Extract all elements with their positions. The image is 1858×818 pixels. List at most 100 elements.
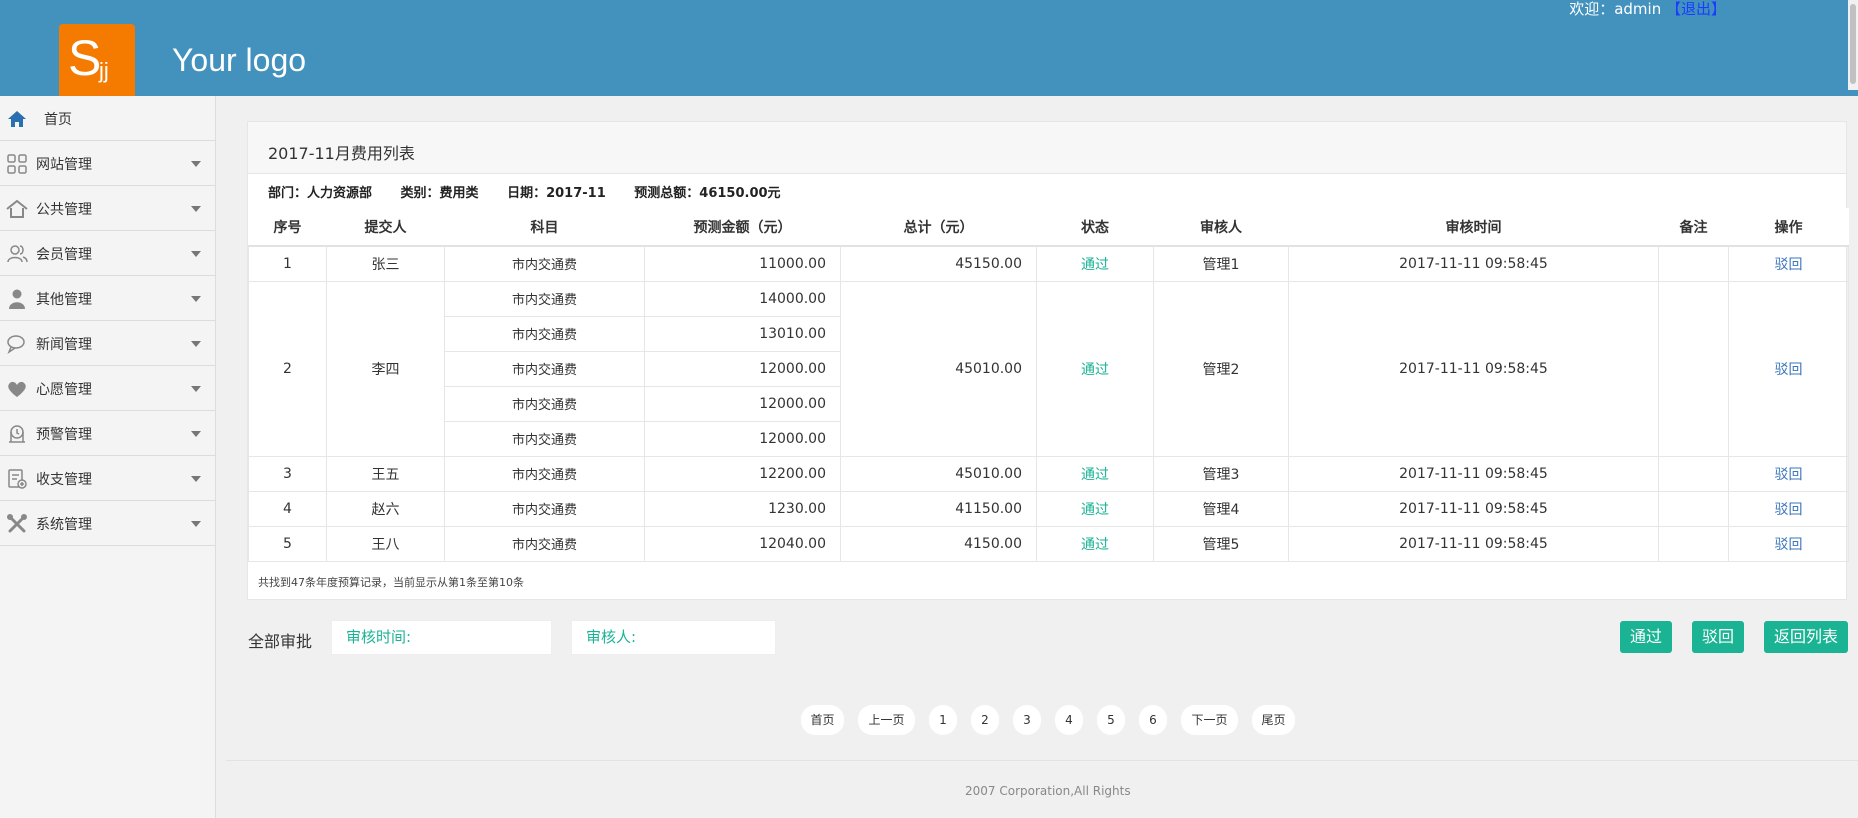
record-count-note: 共找到47条年度预算记录，当前显示从第1条至第10条 (258, 576, 524, 589)
status-badge: 通过 (1036, 280, 1154, 457)
cell-total: 4150.00 (840, 525, 1037, 562)
cell-reviewer: 管理1 (1153, 245, 1289, 282)
sidebar-item-finance[interactable]: 收支管理 (0, 456, 215, 501)
reject-link[interactable]: 驳回 (1775, 467, 1803, 483)
cell-subject: 市内交通费 (444, 385, 645, 422)
sidebar-item-public[interactable]: 公共管理 (0, 186, 215, 231)
cell-reviewer: 管理5 (1153, 525, 1289, 562)
logout-link[interactable]: 【退出】 (1666, 0, 1726, 18)
cell-total: 41150.00 (840, 490, 1037, 527)
chevron-down-icon (191, 341, 201, 347)
cell-subject: 市内交通费 (444, 455, 645, 492)
cell-time: 2017-11-11 09:58:45 (1288, 245, 1659, 282)
reject-link[interactable]: 驳回 (1775, 257, 1803, 273)
review-time-input[interactable]: 审核时间: (331, 620, 552, 655)
cell-no: 5 (248, 525, 327, 562)
col-header: 审核人 (1153, 208, 1289, 247)
cell-remark (1658, 245, 1729, 282)
cell-reviewer: 管理3 (1153, 455, 1289, 492)
sidebar-item-label: 心愿管理 (36, 382, 92, 398)
table-row: 5 王八 市内交通费 12040.00 4150.00 通过 管理5 2017-… (248, 525, 1849, 562)
chevron-down-icon (191, 251, 201, 257)
chevron-down-icon (191, 521, 201, 527)
welcome-text: 欢迎：admin (1569, 0, 1662, 18)
scrollbar-thumb[interactable] (1850, 4, 1856, 84)
sidebar-item-news[interactable]: 新闻管理 (0, 321, 215, 366)
grid-icon (7, 154, 27, 174)
status-badge: 通过 (1036, 455, 1154, 492)
status-badge: 通过 (1036, 525, 1154, 562)
page-last[interactable]: 尾页 (1252, 705, 1295, 735)
cell-no: 4 (248, 490, 327, 527)
sidebar-item-wishes[interactable]: 心愿管理 (0, 366, 215, 411)
page-number[interactable]: 2 (971, 705, 999, 735)
cell-time: 2017-11-11 09:58:45 (1288, 525, 1659, 562)
chevron-down-icon (191, 476, 201, 482)
reject-link[interactable]: 驳回 (1775, 502, 1803, 518)
cell-total: 45150.00 (840, 245, 1037, 282)
summary-meta: 部门：人力资源部 类别：费用类 日期：2017-11 预测总额：46150.00… (268, 182, 805, 201)
col-header: 序号 (248, 208, 327, 247)
cell-remark (1658, 525, 1729, 562)
cell-subject: 市内交通费 (444, 315, 645, 352)
cell-no: 2 (248, 280, 327, 457)
col-header: 审核时间 (1288, 208, 1659, 247)
users-icon (7, 245, 28, 263)
scrollbar[interactable] (1848, 0, 1858, 90)
cell-amount: 12000.00 (644, 350, 841, 387)
page-number[interactable]: 1 (929, 705, 957, 735)
page-prev[interactable]: 上一页 (858, 705, 915, 735)
back-to-list-button[interactable]: 返回列表 (1764, 621, 1848, 653)
reject-link[interactable]: 驳回 (1775, 537, 1803, 553)
cell-subject: 市内交通费 (444, 280, 645, 317)
sidebar-item-label: 公共管理 (36, 202, 92, 218)
cell-amount: 12040.00 (644, 525, 841, 562)
cell-remark (1658, 490, 1729, 527)
page-number[interactable]: 5 (1097, 705, 1125, 735)
cell-reviewer: 管理4 (1153, 490, 1289, 527)
heart-icon (8, 381, 26, 397)
col-header: 提交人 (326, 208, 445, 247)
chevron-down-icon (191, 431, 201, 437)
sidebar: 首页 网站管理 公共管理 会员管理 其他管理 新闻管理 心愿管理 预警管理 收支… (0, 96, 216, 818)
page-number[interactable]: 4 (1055, 705, 1083, 735)
sidebar-item-other[interactable]: 其他管理 (0, 276, 215, 321)
footer-divider (226, 760, 1858, 761)
table-row: 4 赵六 市内交通费 1230.00 41150.00 通过 管理4 2017-… (248, 490, 1849, 527)
sidebar-item-members[interactable]: 会员管理 (0, 231, 215, 276)
finance-icon (8, 469, 27, 489)
cell-total: 45010.00 (840, 280, 1037, 457)
page-first[interactable]: 首页 (801, 705, 844, 735)
cell-total: 45010.00 (840, 455, 1037, 492)
cell-time: 2017-11-11 09:58:45 (1288, 490, 1659, 527)
top-header: S jj Your logo 欢迎：admin 【退出】 (0, 0, 1858, 96)
sidebar-item-system[interactable]: 系统管理 (0, 501, 215, 546)
chevron-down-icon (191, 206, 201, 212)
reject-link[interactable]: 驳回 (1775, 362, 1803, 378)
person-icon (9, 289, 25, 309)
reviewer-input[interactable]: 审核人: (571, 620, 776, 655)
cell-submitter: 王八 (326, 525, 445, 562)
page-next[interactable]: 下一页 (1181, 705, 1238, 735)
reject-button[interactable]: 驳回 (1692, 621, 1744, 653)
cell-subject: 市内交通费 (444, 245, 645, 282)
sidebar-item-home[interactable]: 首页 (0, 96, 215, 141)
sidebar-item-website[interactable]: 网站管理 (0, 141, 215, 186)
page-number[interactable]: 6 (1139, 705, 1167, 735)
table-header-row: 序号 提交人 科目 预测金额（元） 总计（元） 状态 审核人 审核时间 备注 操… (248, 208, 1849, 247)
sidebar-item-alerts[interactable]: 预警管理 (0, 411, 215, 456)
col-header: 备注 (1658, 208, 1729, 247)
table-row: 2 李四 市内交通费 14000.00 45010.00 通过 管理2 2017… (248, 280, 1849, 457)
table-row: 3 王五 市内交通费 12200.00 45010.00 通过 管理3 2017… (248, 455, 1849, 492)
cell-submitter: 李四 (326, 280, 445, 457)
cell-amount: 12000.00 (644, 385, 841, 422)
welcome-bar: 欢迎：admin 【退出】 (1569, 0, 1726, 19)
cell-remark (1658, 455, 1729, 492)
page-number[interactable]: 3 (1013, 705, 1041, 735)
cell-time: 2017-11-11 09:58:45 (1288, 280, 1659, 457)
logo-subletters: jj (99, 58, 109, 83)
pass-button[interactable]: 通过 (1620, 621, 1672, 653)
sidebar-item-label: 系统管理 (36, 517, 92, 533)
table-row: 1 张三 市内交通费 11000.00 45150.00 通过 管理1 2017… (248, 245, 1849, 282)
cell-action: 驳回 (1728, 490, 1849, 527)
